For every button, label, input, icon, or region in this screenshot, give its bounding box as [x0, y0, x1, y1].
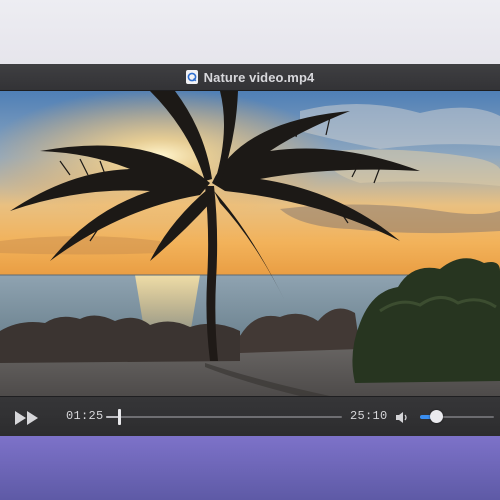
progress-playhead[interactable]: [117, 409, 121, 425]
video-player-window: Nature video.mp4 01:25 25:10: [0, 64, 500, 437]
fast-forward-icon: [15, 411, 38, 425]
video-frame[interactable]: [0, 91, 500, 396]
quicktime-file-icon: [185, 70, 198, 84]
desktop-background-top: [0, 0, 500, 64]
volume-button[interactable]: [395, 411, 409, 424]
beach-sunset-video-image: [0, 91, 500, 396]
speaker-icon: [396, 412, 407, 423]
playback-controls-bar: 01:25 25:10: [0, 396, 500, 437]
progress-scrubber[interactable]: [106, 409, 342, 425]
total-duration: 25:10: [350, 409, 388, 423]
volume-knob[interactable]: [429, 410, 443, 423]
window-title: Nature video.mp4: [203, 69, 315, 85]
fast-forward-button[interactable]: [14, 409, 42, 427]
title-bar[interactable]: Nature video.mp4: [0, 64, 500, 91]
desktop-background-bottom: [0, 436, 500, 500]
current-time: 01:25: [66, 409, 104, 423]
volume-slider[interactable]: [420, 409, 494, 425]
progress-track: [106, 416, 342, 418]
